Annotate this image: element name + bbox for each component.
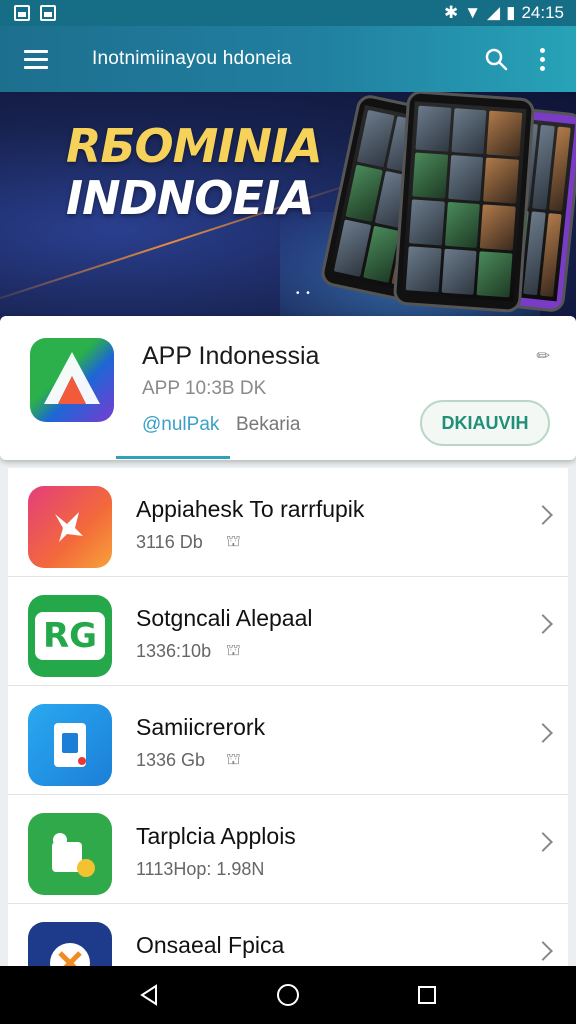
app-meta: 1336 Gb [136,750,206,770]
app-name: Tarplcia Applois [136,823,296,849]
app-name: Sotgncali Alepaal [136,605,313,631]
tag-icon: ⛫ [226,533,241,550]
tab-indicator [116,456,230,459]
status-bar: ✱ ▼ ◢ ▮ 24:15 [0,0,576,26]
app-name: Onsaeal Fpica [136,932,285,958]
app-name: Samiicrerork [136,714,266,740]
gallery-icon [14,5,30,21]
chevron-right-icon [533,505,553,525]
photo-icon [40,5,56,21]
edit-pencil-icon[interactable]: ✎ [531,344,555,368]
back-icon[interactable] [121,971,177,1019]
app-meta: 3116 Db [136,532,203,552]
download-button[interactable]: DKIAUVIH [420,400,550,446]
chevron-right-icon [533,832,553,852]
tag-icon: ⛫ [226,642,241,659]
banner-page-dots[interactable]: • • [296,288,312,299]
rg-logo-icon: RG [28,595,112,677]
tag-icon: ⛫ [226,751,241,768]
wifi-icon: ▼ [464,3,482,22]
status-time: 24:15 [521,3,564,22]
chevron-right-icon [533,723,553,743]
cross-icon [28,922,112,968]
app-meta: 1336:10b [136,641,212,661]
puzzle-icon [28,813,112,895]
featured-app-developer[interactable]: @nulPak [142,414,219,436]
system-nav-bar [0,966,576,1024]
hero-banner[interactable]: RБOMINIA INDNOEIA • • [0,92,576,322]
banner-title: RБOMINIA INDNOEIA [66,119,323,225]
bluetooth-icon: ✱ [443,3,459,22]
more-options-icon[interactable] [524,37,560,81]
featured-app-name: APP Indonessia [142,342,320,370]
banner-title-line1: RБOMINIA [66,119,323,173]
list-item[interactable]: Onsaeal Fpica [8,904,568,968]
featured-app-card[interactable]: APP Indonessia APP 10:3B DK @nulPak Beka… [0,316,576,460]
list-item[interactable]: RG Sotgncali Alepaal 1336:10b ⛫ [8,577,568,686]
featured-app-meta: APP 10:3B DK [142,378,267,399]
list-item[interactable]: Tarplcia Applois 1113Hор: 1.98N [8,795,568,904]
shopping-icon [28,486,112,568]
chevron-right-icon [533,614,553,634]
home-icon[interactable] [260,971,316,1019]
app-meta: 1113Hор: 1.98N [136,859,265,879]
featured-app-category: Bekaria [236,414,301,435]
phone-illustration [392,92,536,314]
list-item[interactable]: Samiicrerork 1336 Gb ⛫ [8,686,568,795]
app-title: Inotnimiinayou hdoneia [92,48,292,69]
featured-app-icon [30,338,114,422]
signal-icon: ◢ [487,3,501,22]
app-list: Appiahesk To rarrfupik 3116 Db ⛫ RG Sotg… [8,468,568,968]
hamburger-menu-icon[interactable] [16,37,60,81]
list-item[interactable]: Appiahesk To rarrfupik 3116 Db ⛫ [8,468,568,577]
recents-icon[interactable] [399,971,455,1019]
app-bar: Inotnimiinayou hdoneia [0,26,576,92]
chevron-right-icon [533,941,553,961]
battery-icon: ▮ [506,3,516,22]
search-icon[interactable] [474,37,518,81]
app-name: Appiahesk To rarrfupik [136,496,365,522]
banner-title-line2: INDNOEIA [66,171,315,225]
document-icon [28,704,112,786]
